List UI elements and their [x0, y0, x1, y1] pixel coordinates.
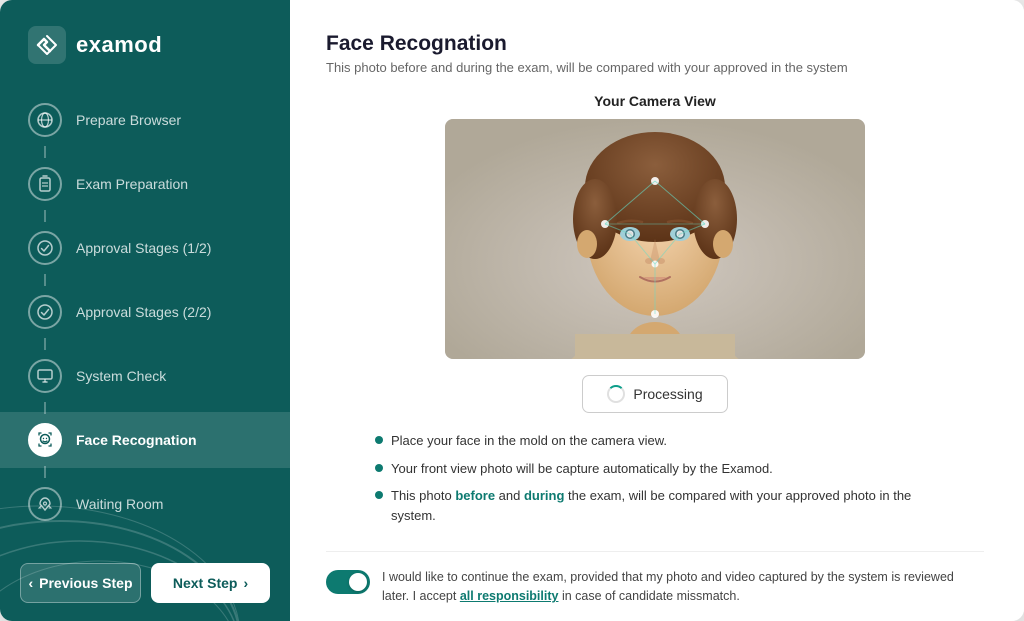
instruction-dot-1	[375, 436, 383, 444]
highlight-during: during	[524, 488, 564, 503]
processing-button[interactable]: Processing	[582, 375, 727, 413]
approval-stages-1-icon-wrap	[28, 231, 62, 265]
camera-label: Your Camera View	[594, 93, 716, 109]
camera-section: Your Camera View	[326, 93, 984, 607]
approval-stages-2-label: Approval Stages (2/2)	[76, 304, 211, 320]
instruction-text-3: This photo before and during the exam, w…	[391, 486, 935, 525]
instruction-item-2: Your front view photo will be capture au…	[375, 459, 935, 479]
instruction-text-2: Your front view photo will be capture au…	[391, 459, 773, 479]
consent-link[interactable]: all responsibility	[460, 589, 559, 603]
approval-stages-1-label: Approval Stages (1/2)	[76, 240, 211, 256]
instruction-item-1: Place your face in the mold on the camer…	[375, 431, 935, 451]
face-recognition-label: Face Recognation	[76, 432, 197, 448]
monitor-icon	[36, 367, 54, 385]
instructions-list: Place your face in the mold on the camer…	[375, 431, 935, 533]
examod-logo-icon	[28, 26, 66, 64]
highlight-before: before	[455, 488, 495, 503]
rocket-icon	[36, 495, 54, 513]
system-check-icon-wrap	[28, 359, 62, 393]
consent-text-part2: in case of candidate missmatch.	[558, 589, 739, 603]
processing-spinner	[607, 385, 625, 403]
prev-step-label: Previous Step	[39, 575, 132, 591]
page-title: Face Recognation	[326, 32, 984, 56]
exam-preparation-label: Exam Preparation	[76, 176, 188, 192]
logo-text: examod	[76, 32, 162, 58]
instruction-text-1: Place your face in the mold on the camer…	[391, 431, 667, 451]
prev-step-button[interactable]: ‹ Previous Step	[20, 563, 141, 603]
prepare-browser-icon-wrap	[28, 103, 62, 137]
check-circle-icon-2	[36, 303, 54, 321]
clipboard-icon	[36, 175, 54, 193]
page-subtitle: This photo before and during the exam, w…	[326, 60, 984, 75]
instruction-item-3: This photo before and during the exam, w…	[375, 486, 935, 525]
instruction-dot-2	[375, 464, 383, 472]
sidebar-item-face-recognition[interactable]: Face Recognation	[0, 412, 290, 468]
exam-preparation-icon-wrap	[28, 167, 62, 201]
sidebar-item-prepare-browser[interactable]: Prepare Browser	[0, 92, 290, 148]
sidebar-footer: ‹ Previous Step Next Step ›	[0, 545, 290, 621]
consent-text: I would like to continue the exam, provi…	[382, 568, 984, 607]
app-container: examod Prepare Browser	[0, 0, 1024, 621]
consent-row: I would like to continue the exam, provi…	[326, 551, 984, 607]
logo: examod	[0, 0, 290, 82]
toggle-knob	[349, 573, 367, 591]
waiting-room-label: Waiting Room	[76, 496, 163, 512]
sidebar-item-exam-preparation[interactable]: Exam Preparation	[0, 156, 290, 212]
next-step-label: Next Step	[173, 575, 238, 591]
waiting-room-icon-wrap	[28, 487, 62, 521]
sidebar-item-waiting-room[interactable]: Waiting Room	[0, 476, 290, 532]
globe-icon	[36, 111, 54, 129]
approval-stages-2-icon-wrap	[28, 295, 62, 329]
prepare-browser-label: Prepare Browser	[76, 112, 181, 128]
prev-chevron-icon: ‹	[28, 575, 33, 591]
sidebar-item-approval-stages-2[interactable]: Approval Stages (2/2)	[0, 284, 290, 340]
sidebar-item-approval-stages-1[interactable]: Approval Stages (1/2)	[0, 220, 290, 276]
camera-view	[445, 119, 865, 359]
consent-toggle[interactable]	[326, 570, 370, 594]
processing-label: Processing	[633, 386, 702, 402]
sidebar-item-system-check[interactable]: System Check	[0, 348, 290, 404]
face-photo	[445, 119, 865, 359]
system-check-label: System Check	[76, 368, 166, 384]
next-step-button[interactable]: Next Step ›	[151, 563, 270, 603]
sidebar-steps: Prepare Browser Exam Preparation	[0, 82, 290, 545]
face-scan-icon	[36, 431, 54, 449]
face-recognition-icon-wrap	[28, 423, 62, 457]
next-chevron-icon: ›	[243, 575, 248, 591]
sidebar: examod Prepare Browser	[0, 0, 290, 621]
consent-toggle-wrap[interactable]	[326, 570, 370, 594]
instruction-dot-3	[375, 491, 383, 499]
check-circle-icon-1	[36, 239, 54, 257]
main-content: Face Recognation This photo before and d…	[290, 0, 1024, 621]
